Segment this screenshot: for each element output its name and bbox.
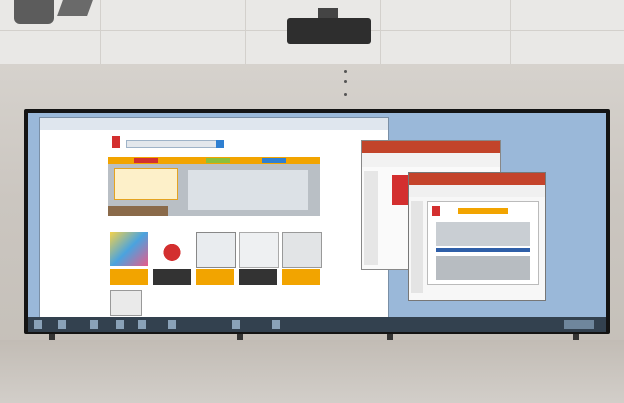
lower-wall bbox=[0, 340, 624, 403]
site-nav bbox=[108, 157, 320, 164]
product-image bbox=[153, 232, 191, 266]
wall-screw bbox=[344, 80, 347, 83]
slide-photo-row bbox=[436, 256, 530, 280]
browser-window bbox=[39, 117, 389, 319]
taskbar-app-icon bbox=[116, 320, 124, 329]
website-header bbox=[108, 132, 322, 158]
presentation-window bbox=[408, 172, 546, 301]
product-image bbox=[110, 232, 148, 266]
ceiling-seam bbox=[380, 0, 381, 64]
site-logo bbox=[112, 136, 120, 148]
slide-canvas bbox=[427, 201, 539, 285]
slide-thumbnails bbox=[364, 171, 378, 265]
hero-text-box bbox=[114, 168, 178, 200]
ceiling-light-arm bbox=[57, 0, 93, 16]
site-search-input bbox=[126, 140, 218, 148]
taskbar-app-icon bbox=[138, 320, 146, 329]
ceiling-seam bbox=[245, 0, 246, 64]
ceiling-light bbox=[14, 0, 54, 24]
product-caption bbox=[110, 269, 148, 285]
hero-banner bbox=[108, 164, 320, 216]
slide-photo-row bbox=[436, 222, 530, 246]
wall-screw bbox=[344, 93, 347, 96]
slide-thumbnails bbox=[411, 201, 423, 293]
window-titlebar bbox=[409, 173, 545, 185]
nav-item bbox=[262, 158, 286, 163]
taskbar-app-icon bbox=[232, 320, 240, 329]
ceiling-seam bbox=[510, 0, 511, 64]
product-caption bbox=[196, 269, 234, 285]
nav-item bbox=[134, 158, 158, 163]
product-caption bbox=[282, 269, 320, 285]
start-icon bbox=[34, 320, 42, 329]
taskbar-app-icon bbox=[168, 320, 176, 329]
hero-photo bbox=[188, 170, 308, 210]
window-titlebar bbox=[362, 141, 500, 153]
projector bbox=[287, 18, 371, 44]
slide-title-bar bbox=[458, 208, 508, 214]
search-icon bbox=[216, 140, 224, 148]
browser-toolbar bbox=[40, 118, 388, 130]
taskbar bbox=[28, 317, 606, 332]
slide-logo bbox=[432, 206, 440, 216]
slide-figure bbox=[392, 175, 408, 205]
ceiling-seam bbox=[100, 0, 101, 64]
product-image bbox=[282, 232, 322, 268]
product-caption bbox=[239, 269, 277, 285]
taskbar-app-icon bbox=[272, 320, 280, 329]
wall-screw bbox=[344, 70, 347, 73]
slide-label-bar bbox=[436, 248, 530, 252]
taskbar-app-icon bbox=[58, 320, 66, 329]
product-image bbox=[239, 232, 279, 268]
product-image bbox=[110, 290, 142, 316]
taskbar-app-icon bbox=[90, 320, 98, 329]
system-tray bbox=[564, 320, 594, 329]
nav-item bbox=[206, 158, 230, 163]
ribbon bbox=[409, 185, 545, 197]
hero-photo-floor bbox=[108, 206, 168, 216]
product-image bbox=[196, 232, 236, 268]
product-caption bbox=[153, 269, 191, 285]
ribbon bbox=[362, 153, 500, 167]
